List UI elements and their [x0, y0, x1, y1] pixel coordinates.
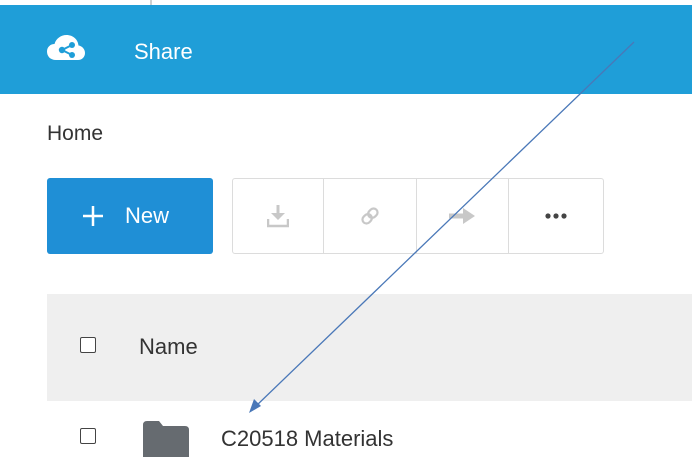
move-button[interactable]	[417, 179, 509, 253]
cloud-share-icon[interactable]	[47, 35, 85, 61]
more-button[interactable]	[509, 179, 603, 253]
download-button[interactable]	[233, 179, 324, 253]
list-header: Name	[47, 294, 692, 401]
new-button-label: New	[125, 203, 170, 228]
select-all-checkbox[interactable]	[80, 337, 96, 353]
share-page: Share Home New Name C20518 Materials	[0, 0, 692, 457]
row-checkbox[interactable]	[80, 428, 96, 444]
folder-icon	[143, 421, 189, 457]
item-name[interactable]: C20518 Materials	[221, 425, 393, 453]
app-title: Share	[134, 39, 193, 64]
get-link-button[interactable]	[324, 179, 418, 253]
breadcrumb: Home	[47, 120, 103, 148]
action-toolbar	[232, 178, 604, 254]
download-icon	[266, 204, 289, 228]
list-item[interactable]: C20518 Materials	[47, 401, 692, 457]
arrow-right-icon	[449, 208, 476, 224]
name-column-header[interactable]: Name	[139, 333, 198, 361]
new-button[interactable]: New	[47, 178, 213, 254]
plus-icon	[78, 201, 108, 231]
link-icon	[358, 203, 382, 229]
app-header: Share	[0, 5, 692, 94]
breadcrumb-home[interactable]: Home	[47, 122, 103, 145]
more-icon	[545, 213, 567, 219]
